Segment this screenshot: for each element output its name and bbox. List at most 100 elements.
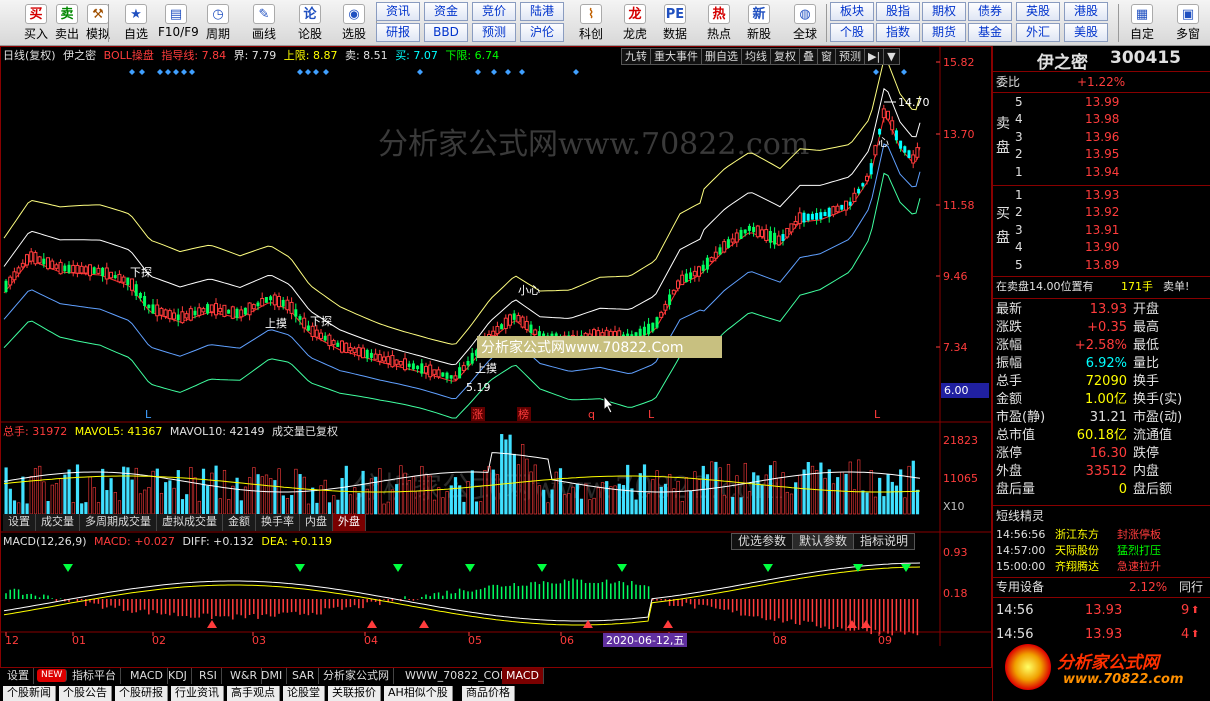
candle-body (126, 277, 130, 285)
indicator-tab-11[interactable]: MACD (502, 668, 544, 684)
kline-btn-1[interactable]: 重大事件 (650, 48, 702, 65)
volume-tab-5[interactable]: 换手率 (256, 514, 300, 531)
toolbar-港股-button[interactable]: 港股 (1064, 2, 1108, 21)
toolbar-button-hammer[interactable]: ⚒ 模拟 (80, 2, 116, 44)
bid-row[interactable]: 4 13.90 (993, 239, 1203, 256)
toolbar-个股-button[interactable]: 个股 (830, 23, 874, 42)
chart-area[interactable]: 分析家公式网www.70822.com 分析家公式网www.70822.com 15… (0, 46, 992, 668)
toolbar-button-f10[interactable]: ▤ F10/F9 (158, 2, 199, 44)
indicator-tab-2[interactable]: 指标平台 (68, 668, 121, 684)
volume-tab-7[interactable]: 外盘 (333, 514, 366, 531)
bid-row[interactable]: 2 13.92 (993, 204, 1203, 221)
toolbar-button-newstock[interactable]: 新新股 (740, 2, 778, 44)
toolbar-button-discuss[interactable]: 论论股 (292, 2, 328, 44)
volume-tab-2[interactable]: 多周期成交量 (80, 514, 157, 531)
indicator-tab-5[interactable]: RSI (195, 668, 222, 684)
pending-order-qty: 171手 (1121, 280, 1153, 293)
macd-param-btn-2[interactable]: 指标说明 (853, 533, 916, 550)
indicator-tab-8[interactable]: SAR (288, 668, 320, 684)
ask-row[interactable]: 3 13.96 (993, 129, 1203, 146)
toolbar-美股-button[interactable]: 美股 (1064, 23, 1108, 42)
toolbar-button-favorite[interactable]: ★ 自选 (118, 2, 154, 44)
signal-diamond-icon (519, 69, 525, 75)
indicator-tab-10[interactable]: WWW_70822_COM (401, 668, 515, 684)
toolbar-期权-button[interactable]: 期权 (922, 2, 966, 21)
volume-tab-0[interactable]: 设置 (3, 514, 36, 531)
kline-btn-0[interactable]: 九转 (621, 48, 651, 65)
volume-bar (462, 501, 466, 515)
volume-bar (609, 486, 613, 515)
toolbar-button-pe[interactable]: PE 数据 (656, 2, 694, 44)
toolbar-指数-button[interactable]: 指数 (876, 23, 920, 42)
indicator-name[interactable]: BOLL操盘 (104, 49, 154, 62)
volume-tab-3[interactable]: 虚拟成交量 (157, 514, 223, 531)
kline-btn-4[interactable]: 复权 (770, 48, 800, 65)
toolbar-板块-button[interactable]: 板块 (830, 2, 874, 21)
candle-body (75, 264, 80, 274)
toolbar-button-pencil[interactable]: ✎ 画线 (246, 2, 282, 44)
toolbar-沪伦-button[interactable]: 沪伦 (520, 23, 564, 42)
toolbar-button-clock[interactable]: ◷ 周期 (200, 2, 236, 44)
macd-param-btn-1[interactable]: 默认参数 (792, 533, 855, 550)
ask-row[interactable]: 5 13.99 (993, 94, 1203, 111)
news-tab-8[interactable]: 商品价格 (462, 686, 515, 701)
ask-row[interactable]: 4 13.98 (993, 111, 1203, 128)
toolbar-陆港-button[interactable]: 陆港 (520, 2, 564, 21)
toolbar-债券-button[interactable]: 债券 (968, 2, 1012, 21)
sprite-row[interactable]: 14:57:00 天际股份 猛烈打压 (993, 542, 1203, 559)
bid-row[interactable]: 5 13.89 (993, 257, 1203, 274)
sprite-row[interactable]: 15:00:00 齐翔腾达 急速拉升 (993, 558, 1203, 575)
macd-name[interactable]: MACD(12,26,9) (3, 535, 87, 548)
macd-param-btn-0[interactable]: 优选参数 (731, 533, 794, 550)
indicator-tab-9[interactable]: 分析家公式网 (319, 668, 394, 684)
indicator-tab-4[interactable]: KDJ (164, 668, 192, 684)
bid-row[interactable]: 1 13.93 (993, 187, 1203, 204)
kline-btn-9[interactable]: ▼ (883, 48, 900, 65)
chart-canvas[interactable]: 分析家公式网www.70822.com分析家公式网www.70822.com15… (0, 46, 992, 668)
news-tab-6[interactable]: 关联报价 (328, 686, 381, 701)
bid-row[interactable]: 3 13.91 (993, 222, 1203, 239)
toolbar-资讯-button[interactable]: 资讯 (376, 2, 420, 21)
toolbar-竞价-button[interactable]: 竞价 (472, 2, 516, 21)
toolbar-资金-button[interactable]: 资金 (424, 2, 468, 21)
ask-row[interactable]: 2 13.95 (993, 146, 1203, 163)
toolbar-button-chart[interactable]: ⌇ 科创 (572, 2, 610, 44)
volume-tab-4[interactable]: 金额 (223, 514, 256, 531)
toolbar-BBD-button[interactable]: BBD (424, 23, 468, 42)
indicator-tab-7[interactable]: DMI (257, 668, 288, 684)
kline-btn-2[interactable]: 删自选 (701, 48, 742, 65)
indicator-tab-1[interactable]: NEW (37, 669, 68, 682)
news-tab-3[interactable]: 行业资讯 (171, 686, 224, 701)
toolbar-button-globe[interactable]: ◍ 全球 (786, 2, 824, 44)
toolbar-英股-button[interactable]: 英股 (1016, 2, 1060, 21)
toolbar-button-multiwindow[interactable]: ▣ 多窗 (1168, 2, 1208, 44)
news-tab-1[interactable]: 个股公告 (59, 686, 112, 701)
kline-btn-6[interactable]: 窗 (817, 48, 836, 65)
toolbar-button-select[interactable]: ◉ 选股 (336, 2, 372, 44)
news-tab-4[interactable]: 高手观点 (227, 686, 280, 701)
indicator-tab-3[interactable]: MACD (126, 668, 168, 684)
indicator-tab-0[interactable]: 设置 (3, 668, 34, 684)
toolbar-button-dragon[interactable]: 龙龙虎 (616, 2, 654, 44)
toolbar-研报-button[interactable]: 研报 (376, 23, 420, 42)
news-tab-0[interactable]: 个股新闻 (3, 686, 56, 701)
toolbar-button-custom[interactable]: ▦ 自定 (1122, 2, 1162, 44)
news-tab-5[interactable]: 论股堂 (283, 686, 325, 701)
kline-btn-3[interactable]: 均线 (741, 48, 771, 65)
news-tab-2[interactable]: 个股研报 (115, 686, 168, 701)
kline-btn-7[interactable]: 预测 (835, 48, 865, 65)
sprite-row[interactable]: 14:56:56 浙江东方 封涨停板 (993, 526, 1203, 543)
toolbar-期货-button[interactable]: 期货 (922, 23, 966, 42)
news-tab-7[interactable]: AH相似个股 (384, 686, 453, 701)
kline-btn-5[interactable]: 叠 (799, 48, 818, 65)
toolbar-外汇-button[interactable]: 外汇 (1016, 23, 1060, 42)
volume-tab-1[interactable]: 成交量 (36, 514, 80, 531)
toolbar-股指-button[interactable]: 股指 (876, 2, 920, 21)
candle-body (63, 265, 67, 272)
ask-row[interactable]: 1 13.94 (993, 164, 1203, 181)
volume-tab-6[interactable]: 内盘 (300, 514, 333, 531)
toolbar-预测-button[interactable]: 预测 (472, 23, 516, 42)
kline-btn-8[interactable]: ▶| (864, 48, 885, 65)
toolbar-基金-button[interactable]: 基金 (968, 23, 1012, 42)
toolbar-button-hot[interactable]: 热热点 (700, 2, 738, 44)
